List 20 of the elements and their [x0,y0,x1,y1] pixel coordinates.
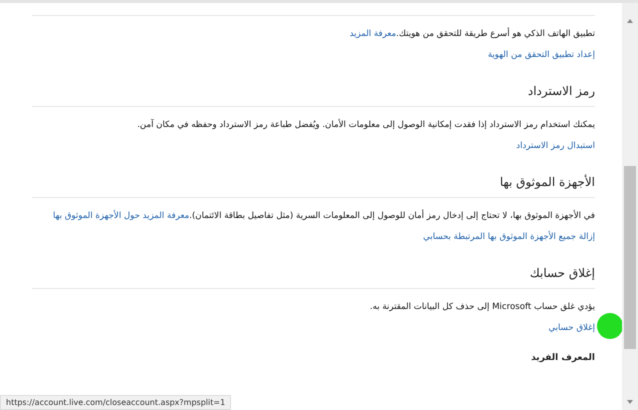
learn-more-link[interactable]: معرفة المزيد [350,29,396,39]
section-heading: إغلاق حسابك [528,266,595,280]
section-heading: الأجهزة الموثوق بها [498,175,595,190]
scroll-down-icon[interactable] [627,400,633,404]
scroll-up-icon[interactable] [627,19,633,23]
section-heading: رمز الاسترداد [526,84,595,98]
description-text: في الأجهزة الموثوق بها، لا تحتاج إلى إدخال رمز أمان للوصول إلى المعلومات السرية (مثل تفاصيل بطاقة الائتمان).معرفة المزيد حول الأجهزة الموثوق بها [52,210,595,222]
status-bar-url: https://account.live.com/closeaccount.aspx?mpsplit=1 [0,395,232,410]
scrollbar[interactable] [622,3,638,410]
action-link[interactable]: استبدال رمز الاسترداد [516,141,595,152]
description-text: يمكنك استخدام رمز الاسترداد إذا فقدت إمكانية الوصول إلى معلومات الأمان. ويُفضل طباعة رمز الاسترداد وحفظه في مكان آمن. [136,119,595,132]
learn-more-link[interactable]: معرفة المزيد حول الأجهزة الموثوق بها [53,211,190,222]
description-text: يؤدي غلق حساب Microsoft إلى حذف كل البيانات المقترنة به. [368,301,595,314]
scrollbar-thumb[interactable] [624,166,636,349]
section-subheading: المعرف الفريد [530,353,595,364]
cursor-highlight [597,313,623,340]
action-link[interactable]: إزالة جميع الأجهزة الموثوق بها المرتبطة بحسابي [423,232,595,242]
action-link[interactable]: إعداد تطبيق التحقق من الهوية [488,50,595,60]
description-text: تطبيق الهاتف الذكي هو أسرع طريقة للتحقق من هويتك.معرفة المزيد [348,28,595,40]
action-link[interactable]: إغلاق حسابي [548,323,595,334]
